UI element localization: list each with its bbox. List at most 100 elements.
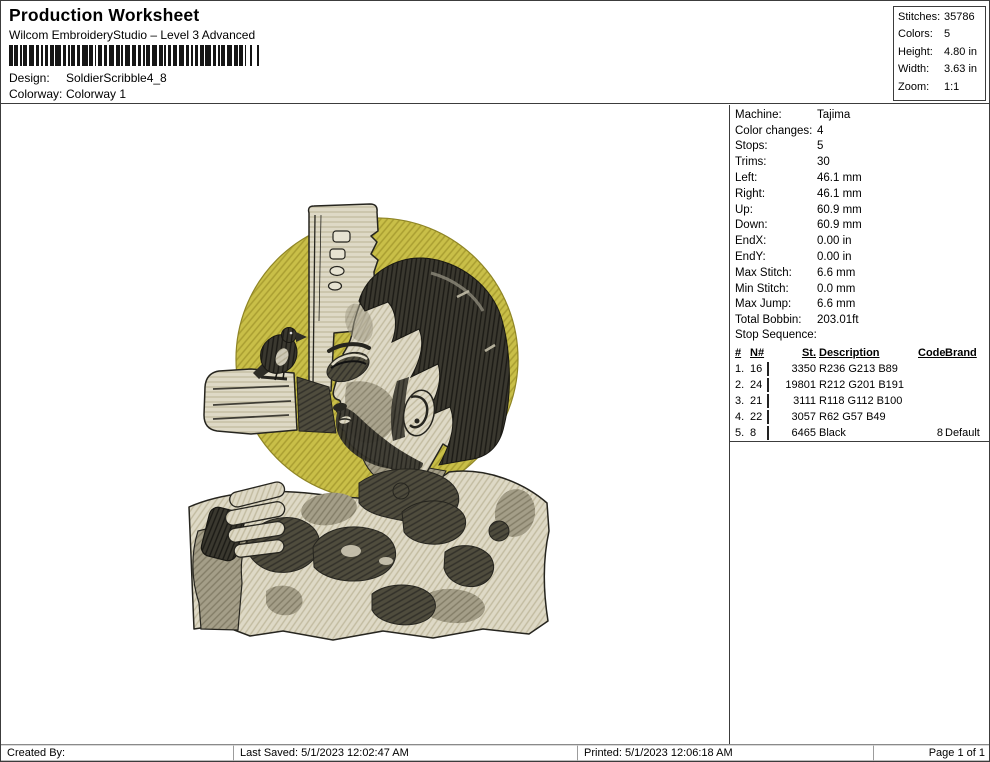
parameter-label: EndX: <box>735 235 767 248</box>
parameter-label: Down: <box>735 219 768 232</box>
parameter-value: 203.01ft <box>817 314 859 327</box>
stop-stitches: 6465 <box>791 427 816 440</box>
parameter-value: 0.0 mm <box>817 282 856 295</box>
col-brand: Brand <box>945 347 977 360</box>
colorway-value: Colorway 1 <box>66 87 127 101</box>
stop-description: R212 G201 B191 <box>819 379 905 392</box>
stop-stitches: 19801 <box>785 379 816 392</box>
stats-label: Width: <box>898 63 930 76</box>
stop-description: R62 G57 B49 <box>819 411 886 424</box>
thread-color-swatch <box>767 378 769 393</box>
stop-stitches: 3350 <box>791 363 816 376</box>
machine-parameter-row: Min Stitch: 0.0 mm <box>730 281 989 297</box>
machine-parameter-row: Down: 60.9 mm <box>730 218 989 234</box>
parameter-label: Right: <box>735 187 766 200</box>
machine-parameter-row: Machine: Tajima <box>730 107 989 123</box>
stop-stitches: 3111 <box>793 395 816 408</box>
parameter-value: 6.6 mm <box>817 266 856 279</box>
stop-sequence-row: 2. 24 19801 R212 G201 B191 <box>730 377 989 393</box>
machine-parameter-row: Max Jump: 6.6 mm <box>730 297 989 313</box>
col-num: # <box>735 347 742 360</box>
col-st: St. <box>801 347 816 360</box>
col-description: Description <box>819 347 880 360</box>
machine-parameter-row: Max Stitch: 6.6 mm <box>730 265 989 281</box>
parameter-label: Stops: <box>735 140 768 153</box>
ear-dot <box>414 418 420 424</box>
parameter-label: Trims: <box>735 156 767 169</box>
stats-value: 35786 <box>944 11 975 23</box>
parameter-value: 5 <box>817 140 824 153</box>
machine-parameter-row: Up: 60.9 mm <box>730 202 989 218</box>
stop-description: R236 G213 B89 <box>819 363 898 376</box>
col-code: Code <box>918 347 946 360</box>
embroidery-design-preview <box>188 203 550 641</box>
stats-row: Width: 3.63 in <box>898 63 983 80</box>
machine-parameter-row: Total Bobbin: 203.01ft <box>730 312 989 328</box>
parameter-value: 0.00 in <box>817 235 852 248</box>
stop-description: Black <box>819 427 846 440</box>
stats-label: Zoom: <box>898 80 930 93</box>
stop-num: 3. <box>735 395 745 408</box>
stats-summary-box: Stitches: 35786 Colors: 5 Height: 4.80 i… <box>893 6 986 101</box>
parameter-value: 0.00 in <box>817 251 852 264</box>
machine-parameter-row: EndX: 0.00 in <box>730 233 989 249</box>
parameter-label: Max Stitch: <box>735 266 792 279</box>
stats-row: Colors: 5 <box>898 28 983 45</box>
stop-sequence-row: 5. 8 6465 Black 8 Default <box>730 425 989 441</box>
parameter-label: EndY: <box>735 251 766 264</box>
thread-color-swatch <box>767 394 769 409</box>
design-label: Design: <box>9 71 50 85</box>
page-title: Production Worksheet <box>9 5 200 25</box>
design-preview-area <box>1 105 729 746</box>
parameter-label: Max Jump: <box>735 298 792 311</box>
machine-parameter-row: Left: 46.1 mm <box>730 170 989 186</box>
col-n: N# <box>750 347 765 360</box>
page-number-cell: Page 1 of 1 <box>874 745 989 761</box>
stats-value: 1:1 <box>944 80 960 93</box>
stop-n: 24 <box>750 379 763 392</box>
stop-brand: Default <box>945 427 980 440</box>
parameter-value: Tajima <box>817 108 851 121</box>
parameter-value: 6.6 mm <box>817 298 856 311</box>
machine-parameter-row: EndY: 0.00 in <box>730 249 989 265</box>
stop-num: 5. <box>735 427 745 440</box>
stop-sequence-row: 4. 22 3057 R62 G57 B49 <box>730 409 989 425</box>
design-barcode <box>9 45 259 66</box>
parameter-value: 30 <box>817 156 830 169</box>
stop-n: 8 <box>750 427 757 440</box>
parameter-value: 60.9 mm <box>817 219 862 232</box>
machine-parameters: Machine: Tajima Color changes: 4 Stops: … <box>730 107 989 328</box>
stop-sequence-row: 1. 16 3350 R236 G213 B89 <box>730 361 989 377</box>
stats-value: 3.63 in <box>944 63 978 76</box>
stop-stitches: 3057 <box>791 411 816 424</box>
printed-cell: Printed: 5/1/2023 12:06:18 AM <box>578 745 874 761</box>
stop-n: 16 <box>750 363 763 376</box>
parameter-label: Machine: <box>735 108 782 121</box>
stats-value: 5 <box>944 28 951 41</box>
parameter-value: 46.1 mm <box>817 187 862 200</box>
stats-label: Colors: <box>898 28 933 41</box>
machine-details-panel: Machine: Tajima Color changes: 4 Stops: … <box>729 105 989 746</box>
stop-description: R118 G112 B100 <box>819 395 903 408</box>
design-value: SoldierScribble4_8 <box>66 71 167 85</box>
machine-parameter-row: Stops: 5 <box>730 139 989 155</box>
parameter-value: 4 <box>817 124 824 137</box>
machine-parameter-row: Right: 46.1 mm <box>730 186 989 202</box>
last-saved-cell: Last Saved: 5/1/2023 12:02:47 AM <box>234 745 578 761</box>
worksheet-footer: Created By: Last Saved: 5/1/2023 12:02:4… <box>1 744 989 761</box>
stop-num: 4. <box>735 411 745 424</box>
software-name: Wilcom EmbroideryStudio – Level 3 Advanc… <box>9 28 256 42</box>
stop-sequence-table: 1. 16 3350 R236 G213 B89 2. 24 19801 R21… <box>730 361 989 441</box>
stats-row: Stitches: 35786 <box>898 11 983 28</box>
parameter-value: 60.9 mm <box>817 203 862 216</box>
parameter-label: Total Bobbin: <box>735 314 802 327</box>
machine-parameter-row: Trims: 30 <box>730 154 989 170</box>
bird-eye <box>289 331 293 335</box>
created-by-cell: Created By: <box>1 745 234 761</box>
thread-color-swatch <box>767 426 769 441</box>
stats-row: Height: 4.80 in <box>898 46 983 63</box>
worksheet-header: Production Worksheet Wilcom EmbroiderySt… <box>1 1 989 104</box>
stats-label: Stitches: <box>898 11 941 23</box>
stop-n: 21 <box>750 395 763 408</box>
parameter-label: Left: <box>735 172 758 185</box>
